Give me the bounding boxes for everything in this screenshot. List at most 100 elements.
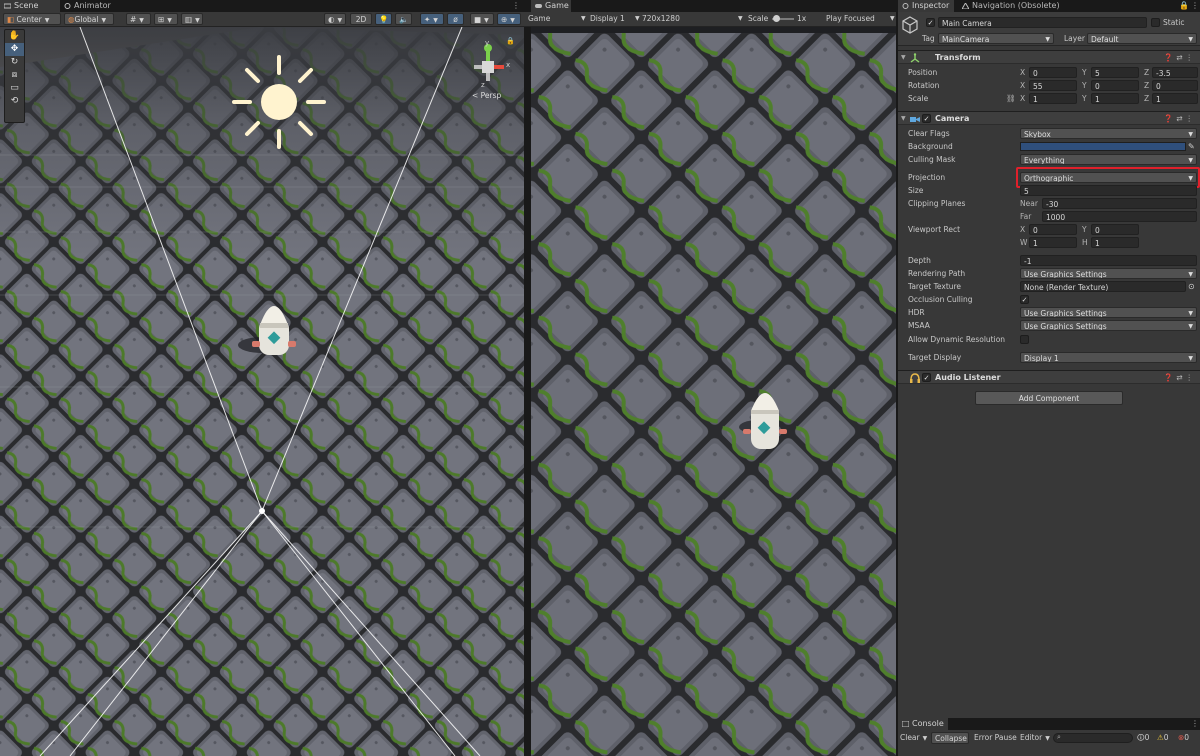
hdr-dropdown[interactable]: Use Graphics Settings ▼: [1020, 307, 1197, 318]
background-color-swatch[interactable]: [1020, 142, 1186, 151]
panel-splitter[interactable]: [524, 0, 531, 756]
scale-slider-thumb[interactable]: [773, 15, 780, 22]
transform-tool-icon[interactable]: ⟲: [5, 95, 24, 108]
viewport-x-field[interactable]: 0: [1029, 224, 1077, 235]
directional-light-gizmo[interactable]: [232, 55, 326, 149]
collapse-toggle[interactable]: Collapse: [931, 732, 969, 744]
link-icon[interactable]: ⛓: [1006, 92, 1016, 105]
move-tool-icon[interactable]: ✥: [5, 43, 24, 56]
component-tools[interactable]: ❓⇄⋮: [1164, 371, 1196, 385]
position-y-field[interactable]: 5: [1091, 67, 1139, 78]
camera-enabled-checkbox[interactable]: ✓: [922, 114, 931, 123]
help-icon[interactable]: ❓: [1164, 373, 1176, 382]
rotation-z-field[interactable]: 0: [1152, 80, 1198, 91]
tab-game[interactable]: Game: [531, 0, 571, 12]
clear-button[interactable]: Clear ▼: [900, 732, 927, 744]
position-z-field[interactable]: -3.5: [1152, 67, 1198, 78]
effects-toggle[interactable]: ✦ ▼: [420, 13, 444, 25]
hidden-objects-toggle[interactable]: ø: [447, 13, 464, 25]
tab-animator[interactable]: Animator: [60, 0, 130, 12]
scale-slider[interactable]: [772, 15, 794, 22]
display-dropdown[interactable]: Display 1 ▼: [590, 13, 640, 25]
add-component-button[interactable]: Add Component: [975, 391, 1123, 405]
msaa-dropdown[interactable]: Use Graphics Settings ▼: [1020, 320, 1197, 331]
far-field[interactable]: 1000: [1042, 211, 1197, 222]
increment-snap-button[interactable]: ⊞ ▼: [154, 13, 178, 25]
tab-console[interactable]: Console: [898, 718, 948, 730]
editor-dropdown[interactable]: Editor ▼: [1020, 732, 1050, 744]
preset-icon[interactable]: ⇄: [1176, 53, 1185, 62]
rendering-path-dropdown[interactable]: Use Graphics Settings ▼: [1020, 268, 1197, 279]
help-icon[interactable]: ❓: [1164, 114, 1176, 123]
layer-dropdown[interactable]: Default ▼: [1087, 33, 1197, 44]
target-texture-field[interactable]: None (Render Texture): [1020, 281, 1186, 292]
preset-icon[interactable]: ⇄: [1176, 114, 1185, 123]
toggle-2d-button[interactable]: 2D: [350, 13, 372, 25]
rotate-tool-icon[interactable]: ↻: [5, 56, 24, 69]
active-checkbox[interactable]: ✓: [926, 18, 935, 27]
preset-icon[interactable]: ⇄: [1176, 373, 1185, 382]
console-menu-icon[interactable]: ⋮: [1191, 719, 1199, 728]
play-mode-dropdown[interactable]: Play Focused ▼: [826, 13, 895, 25]
warning-count-toggle[interactable]: ⚠0: [1157, 732, 1169, 744]
foldout-arrow-icon[interactable]: ▼: [901, 51, 906, 65]
transform-header[interactable]: ▼ Transform ❓⇄⋮: [898, 50, 1200, 64]
object-name-field[interactable]: Main Camera: [938, 17, 1147, 28]
inspector-lock-icon[interactable]: 🔒: [1179, 1, 1189, 10]
static-checkbox[interactable]: [1151, 18, 1160, 27]
lock-icon[interactable]: 🔒: [506, 37, 515, 45]
tag-dropdown[interactable]: MainCamera ▼: [938, 33, 1054, 44]
dynamic-resolution-checkbox[interactable]: [1020, 335, 1029, 344]
hand-tool-icon[interactable]: ✋: [5, 30, 24, 43]
grid-snap-button[interactable]: # ▼: [126, 13, 151, 25]
culling-mask-dropdown[interactable]: Everything ▼: [1020, 154, 1197, 165]
position-x-field[interactable]: 0: [1029, 67, 1077, 78]
tab-navigation[interactable]: Navigation (Obsolete): [958, 0, 1068, 12]
camera-gizmo[interactable]: [259, 508, 265, 514]
object-picker-icon[interactable]: ⊙: [1188, 280, 1195, 293]
scale-z-field[interactable]: 1: [1152, 93, 1198, 104]
help-icon[interactable]: ❓: [1164, 53, 1176, 62]
depth-field[interactable]: -1: [1020, 255, 1197, 266]
game-viewport[interactable]: [531, 27, 896, 756]
clear-flags-dropdown[interactable]: Skybox ▼: [1020, 128, 1197, 139]
viewport-h-field[interactable]: 1: [1091, 237, 1139, 248]
foldout-arrow-icon[interactable]: ▼: [901, 112, 906, 126]
rotation-y-field[interactable]: 0: [1091, 80, 1139, 91]
projection-label[interactable]: < Persp: [472, 91, 501, 100]
size-field[interactable]: 5: [1020, 185, 1197, 196]
game-view-dropdown[interactable]: Game ▼: [528, 13, 586, 25]
tab-scene[interactable]: Scene: [0, 0, 60, 12]
kebab-menu-icon[interactable]: ⋮: [1186, 373, 1197, 382]
scale-y-field[interactable]: 1: [1091, 93, 1139, 104]
draw-mode-button[interactable]: ◐ ▼: [324, 13, 346, 25]
audio-toggle[interactable]: 🔈: [395, 13, 412, 25]
component-tools[interactable]: ❓⇄⋮: [1164, 51, 1196, 65]
snap-settings-button[interactable]: ▥ ▼: [181, 13, 203, 25]
space-dropdown[interactable]: ◍Global ▼: [64, 13, 114, 25]
audio-listener-header[interactable]: ✓ Audio Listener ❓⇄⋮: [898, 370, 1200, 384]
viewport-w-field[interactable]: 1: [1029, 237, 1077, 248]
orientation-gizmo[interactable]: y x z: [466, 39, 514, 93]
near-field[interactable]: -30: [1042, 198, 1197, 209]
scene-viewport[interactable]: ✋ ✥ ↻ ⧈ ▭ ⟲ y x z 🔒 < Persp: [0, 27, 524, 756]
inspector-menu-icon[interactable]: ⋮: [1191, 1, 1199, 10]
error-pause-toggle[interactable]: Error Pause: [974, 732, 1017, 744]
resolution-dropdown[interactable]: 720x1280 ▼: [642, 13, 744, 25]
camera-header[interactable]: ▼ ✓ Camera ❓⇄⋮: [898, 111, 1200, 125]
lighting-toggle[interactable]: 💡: [375, 13, 392, 25]
scale-tool-icon[interactable]: ⧈: [5, 69, 24, 82]
log-count-toggle[interactable]: 🛈0: [1137, 732, 1149, 744]
rotation-x-field[interactable]: 55: [1029, 80, 1077, 91]
kebab-menu-icon[interactable]: ⋮: [1186, 53, 1197, 62]
component-tools[interactable]: ❓⇄⋮: [1164, 112, 1196, 126]
gizmos-button[interactable]: ⊕ ▼: [497, 13, 521, 25]
camera-settings-button[interactable]: ■ ▼: [470, 13, 494, 25]
tab-inspector[interactable]: Inspector: [898, 0, 954, 12]
audio-listener-checkbox[interactable]: ✓: [922, 373, 931, 382]
console-search-input[interactable]: ⌕: [1053, 733, 1133, 743]
scale-x-field[interactable]: 1: [1029, 93, 1077, 104]
pivot-dropdown[interactable]: ◧ Center ▼: [3, 13, 61, 25]
occlusion-culling-checkbox[interactable]: ✓: [1020, 295, 1029, 304]
scene-tab-menu-icon[interactable]: ⋮: [512, 1, 520, 10]
